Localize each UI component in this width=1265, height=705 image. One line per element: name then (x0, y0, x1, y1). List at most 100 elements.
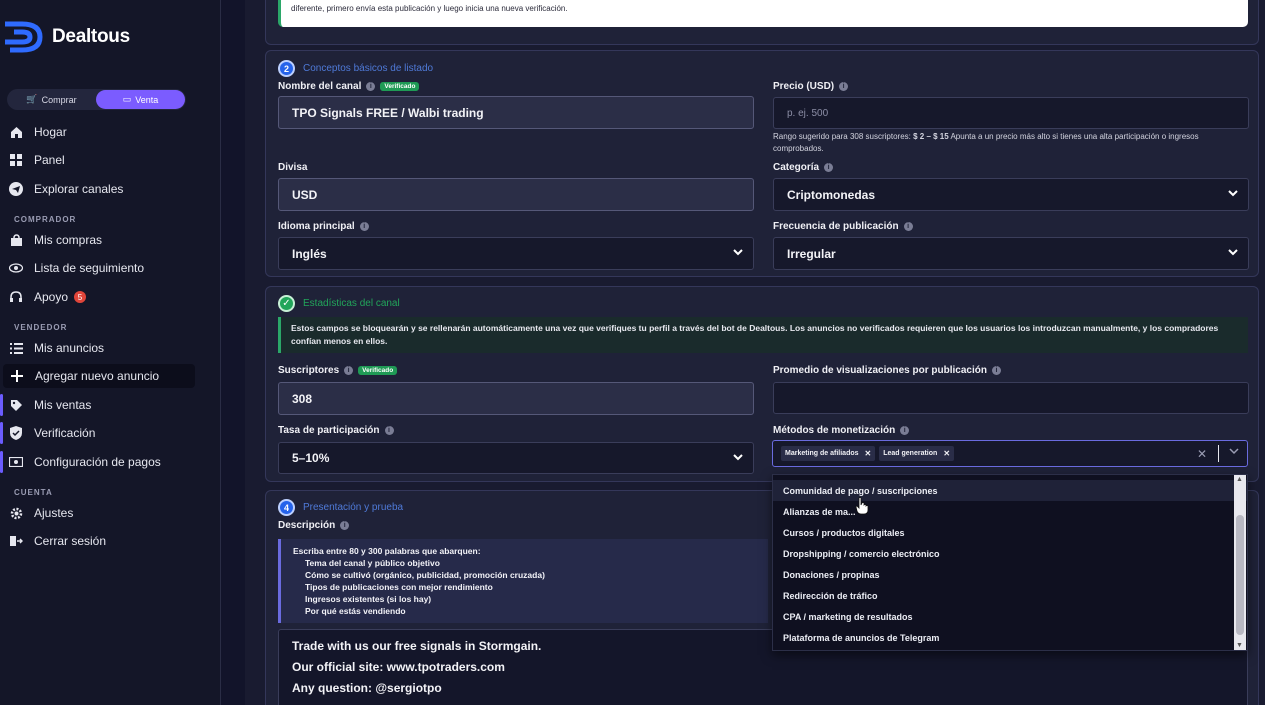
subscribers-input[interactable]: 308 (278, 382, 754, 415)
step-number: 2 (278, 60, 295, 77)
description-label: Descripción i (278, 520, 350, 531)
brand-name: Dealtous (52, 26, 130, 47)
instructions-list: Tema del canal y público objetivo Cómo s… (293, 557, 756, 617)
step-number: 4 (278, 499, 295, 516)
nav-settings[interactable]: Ajustes (8, 501, 73, 525)
info-icon: i (340, 521, 350, 530)
avg-views-label-text: Promedio de visualizaciones por publicac… (773, 365, 987, 376)
instruction-item: Ingresos existentes (si los hay) (305, 594, 432, 604)
nav-my-listings-label: Mis anuncios (34, 341, 105, 355)
tag-icon: ▭ (122, 94, 132, 104)
top-notice: diferente, primero envía esta publicació… (278, 0, 1248, 27)
nav-purchases[interactable]: Mis compras (8, 228, 102, 252)
home-icon (8, 124, 24, 140)
scroll-down-icon[interactable]: ▼ (1236, 642, 1243, 649)
headset-icon (8, 289, 24, 305)
dropdown-option[interactable]: Comunidad de pago / suscripciones (773, 480, 1247, 501)
gear-icon (8, 505, 24, 521)
eye-icon (8, 260, 24, 276)
engagement-value: 5–10% (292, 451, 330, 465)
nav-payment-config-label: Configuración de pagos (34, 455, 161, 469)
price-label-text: Precio (USD) (773, 81, 835, 92)
telegram-icon (8, 181, 24, 197)
info-icon: i (384, 426, 394, 435)
nav-home[interactable]: Hogar (8, 120, 67, 144)
dropdown-option[interactable]: Plataforma de anuncios de Telegram (773, 627, 1247, 648)
nav-my-listings[interactable]: Mis anuncios (8, 336, 104, 360)
buy-sell-toggle: 🛒 Comprar ▭ Venta (7, 89, 186, 110)
nav-verification[interactable]: Verificación (0, 421, 95, 445)
dropdown-option[interactable]: CPA / marketing de resultados (773, 606, 1247, 627)
nav-watchlist-label: Lista de seguimiento (34, 261, 145, 275)
channel-name-input[interactable]: TPO Signals FREE / Walbi trading (278, 96, 754, 129)
language-value: Inglés (292, 246, 327, 261)
remove-chip-icon[interactable]: ✕ (943, 449, 950, 458)
chevron-down-icon[interactable] (1229, 448, 1239, 455)
chevron-down-icon (1228, 190, 1238, 197)
separator (1218, 445, 1219, 462)
language-label-text: Idioma principal (278, 221, 355, 232)
subscribers-label: Suscriptores i Verificado (278, 365, 398, 376)
frequency-select[interactable]: Irregular (773, 237, 1249, 270)
tag-icon (8, 397, 24, 413)
price-label: Precio (USD) i (773, 81, 849, 92)
category-label: Categoría i (773, 162, 834, 173)
channel-name-label-text: Nombre del canal (278, 81, 362, 92)
nav-my-sales[interactable]: Mis ventas (0, 393, 91, 417)
info-icon: i (344, 366, 354, 375)
instruction-item: Por qué estás vendiendo (305, 606, 406, 616)
avg-views-input[interactable] (773, 382, 1249, 414)
nav-support-label: Apoyo (34, 290, 69, 304)
nav-support[interactable]: Apoyo 5 (8, 285, 87, 309)
nav-home-label: Hogar (34, 125, 67, 139)
category-select[interactable]: Criptomonedas (773, 178, 1249, 211)
section-basics-header: 2 Conceptos básicos de listado (278, 60, 433, 77)
frequency-label: Frecuencia de publicación i (773, 221, 913, 232)
logo[interactable]: Dealtous (2, 18, 130, 56)
monetization-multiselect[interactable]: Marketing de afiliados ✕ Lead generation… (772, 440, 1248, 467)
section-stats-title: Estadísticas del canal (303, 298, 400, 309)
verified-badge: Verificado (358, 366, 398, 375)
engagement-select[interactable]: 5–10% (278, 442, 754, 474)
dropdown-scrollbar[interactable]: ▲ ▼ (1234, 475, 1246, 650)
sell-toggle[interactable]: ▭ Venta (96, 90, 185, 109)
language-select[interactable]: Inglés (278, 237, 754, 270)
price-input[interactable]: p. ej. 500 (773, 97, 1249, 129)
chip-affiliate[interactable]: Marketing de afiliados ✕ (781, 446, 876, 461)
chevron-down-icon (1228, 249, 1238, 256)
dropdown-option[interactable]: Redirección de tráfico (773, 585, 1247, 606)
nav-panel-label: Panel (34, 153, 65, 167)
buy-toggle[interactable]: 🛒 Comprar (7, 90, 96, 109)
hand-cursor-icon (855, 497, 869, 515)
nav-logout[interactable]: Cerrar sesión (8, 529, 106, 553)
clear-all-icon[interactable]: ✕ (1197, 447, 1207, 461)
nav-panel[interactable]: Panel (8, 148, 65, 172)
info-icon: i (991, 366, 1001, 375)
frequency-label-text: Frecuencia de publicación (773, 221, 899, 232)
dashboard-icon (8, 152, 24, 168)
category-value: Criptomonedas (787, 187, 876, 202)
description-line: Any question: @sergiotpo (292, 681, 442, 695)
nav-add-listing[interactable]: Agregar nuevo anuncio (3, 364, 195, 388)
instructions-intro: Escriba entre 80 y 300 palabras que abar… (293, 546, 481, 556)
info-icon: i (366, 82, 376, 91)
nav-add-listing-label: Agregar nuevo anuncio (35, 369, 160, 383)
list-icon (8, 340, 24, 356)
dropdown-option[interactable]: Alianzas de ma... (773, 501, 1247, 522)
scroll-up-icon[interactable]: ▲ (1236, 476, 1243, 483)
description-label-text: Descripción (278, 520, 336, 531)
dropdown-option[interactable]: Cursos / productos digitales (773, 522, 1247, 543)
price-hint: Rango sugerido para 308 suscriptores: $ … (773, 131, 1243, 155)
dropdown-option[interactable]: Dropshipping / comercio electrónico (773, 543, 1247, 564)
instruction-item: Tema del canal y público objetivo (305, 558, 440, 568)
nav-watchlist[interactable]: Lista de seguimiento (8, 256, 144, 280)
nav-explore[interactable]: Explorar canales (8, 177, 123, 201)
sidebar-gutter (221, 0, 245, 705)
buyer-section-title: COMPRADOR (14, 215, 77, 224)
currency-input[interactable]: USD (278, 178, 754, 211)
dropdown-option[interactable]: Donaciones / propinas (773, 564, 1247, 585)
nav-payment-config[interactable]: Configuración de pagos (0, 450, 161, 474)
scrollbar-thumb[interactable] (1236, 515, 1244, 635)
chip-lead-generation[interactable]: Lead generation ✕ (879, 446, 955, 461)
remove-chip-icon[interactable]: ✕ (865, 449, 872, 458)
